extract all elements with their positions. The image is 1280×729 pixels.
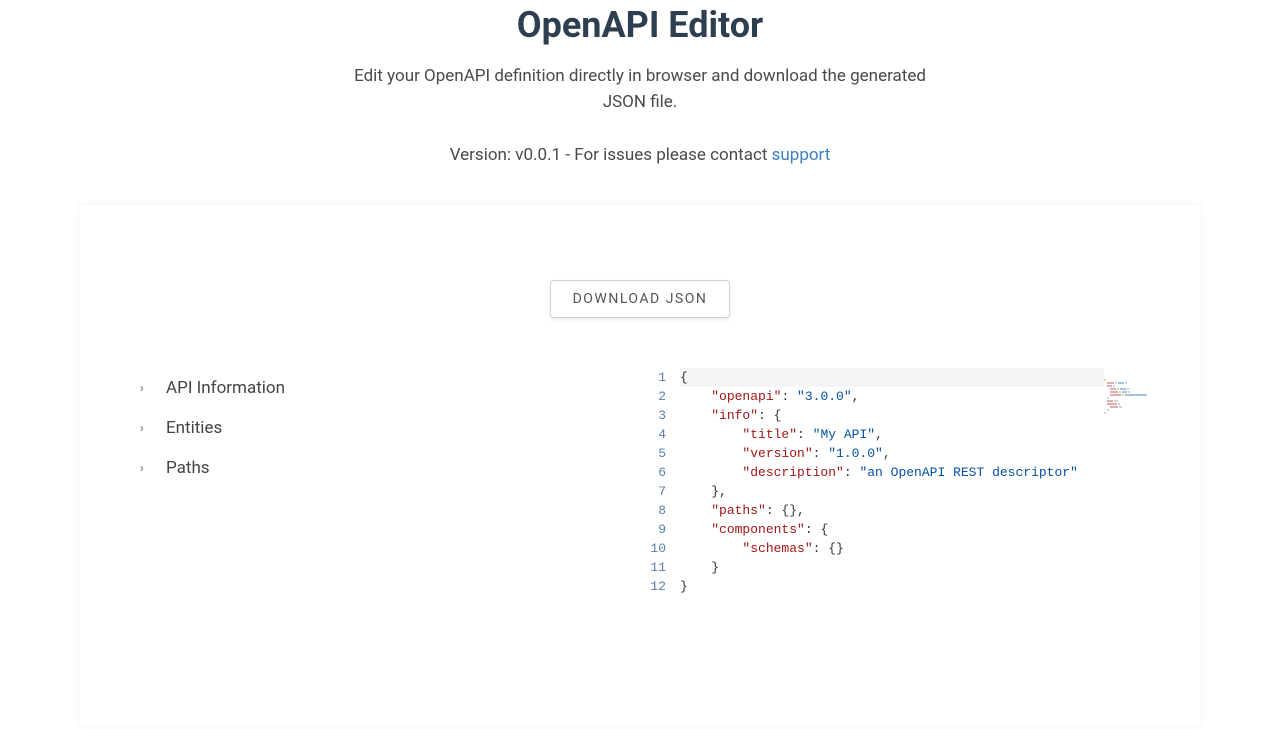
gutter-line-number: 8: [640, 501, 666, 520]
gutter-line-number: 1: [640, 368, 666, 387]
chevron-right-icon: ›: [140, 421, 150, 435]
code-line[interactable]: "paths": {},: [680, 501, 1160, 520]
chevron-right-icon: ›: [140, 461, 150, 475]
sidebar-item-label: Paths: [166, 458, 210, 478]
gutter-line-number: 3: [640, 406, 666, 425]
header: OpenAPI Editor Edit your OpenAPI definit…: [0, 4, 1280, 165]
code-line[interactable]: "schemas": {}: [680, 539, 1160, 558]
sidebar-item-paths[interactable]: › Paths: [140, 448, 640, 488]
sidebar: › API Information › Entities › Paths: [120, 368, 640, 596]
code-line[interactable]: "openapi": "3.0.0",: [680, 387, 1160, 406]
version-prefix: Version:: [450, 145, 516, 165]
code-editor[interactable]: 123456789101112 { "openapi": "3.0.0", "i…: [640, 368, 1160, 596]
content-row: › API Information › Entities › Paths 123…: [80, 368, 1200, 596]
editor-gutter: 123456789101112: [640, 368, 680, 596]
gutter-line-number: 2: [640, 387, 666, 406]
code-line[interactable]: }: [680, 558, 1160, 577]
minimap-line: [1104, 371, 1160, 373]
download-json-button[interactable]: DOWNLOAD JSON: [550, 280, 731, 318]
main-card: DOWNLOAD JSON › API Information › Entiti…: [80, 205, 1200, 725]
editor-minimap[interactable]: [1104, 368, 1160, 588]
code-line[interactable]: }: [680, 577, 1160, 596]
code-line[interactable]: "title": "My API",: [680, 425, 1160, 444]
code-line[interactable]: "version": "1.0.0",: [680, 444, 1160, 463]
download-wrap: DOWNLOAD JSON: [80, 280, 1200, 318]
code-line[interactable]: "description": "an OpenAPI REST descript…: [680, 463, 1160, 482]
support-link[interactable]: support: [772, 145, 831, 165]
sidebar-item-entities[interactable]: › Entities: [140, 408, 640, 448]
minimap-line: [1104, 380, 1160, 382]
issues-text: - For issues please contact: [561, 145, 772, 165]
version-line: Version: v0.0.1 - For issues please cont…: [0, 145, 1280, 165]
gutter-line-number: 10: [640, 539, 666, 558]
page-title: OpenAPI Editor: [0, 4, 1280, 46]
gutter-line-number: 6: [640, 463, 666, 482]
gutter-line-number: 4: [640, 425, 666, 444]
minimap-line: [1104, 374, 1160, 376]
sidebar-item-label: API Information: [166, 378, 285, 398]
chevron-right-icon: ›: [140, 381, 150, 395]
sidebar-item-label: Entities: [166, 418, 222, 438]
code-line[interactable]: "components": {: [680, 520, 1160, 539]
gutter-line-number: 11: [640, 558, 666, 577]
sidebar-item-api-information[interactable]: › API Information: [140, 368, 640, 408]
gutter-line-number: 5: [640, 444, 666, 463]
editor-code[interactable]: { "openapi": "3.0.0", "info": { "title":…: [680, 368, 1160, 596]
code-line[interactable]: {: [680, 368, 1160, 387]
code-line[interactable]: },: [680, 482, 1160, 501]
code-line[interactable]: "info": {: [680, 406, 1160, 425]
gutter-line-number: 12: [640, 577, 666, 596]
page-subtitle: Edit your OpenAPI definition directly in…: [340, 64, 940, 115]
gutter-line-number: 7: [640, 482, 666, 501]
minimap-line: [1104, 383, 1160, 385]
gutter-line-number: 9: [640, 520, 666, 539]
minimap-line: [1104, 377, 1160, 379]
version-number: v0.0.1: [515, 145, 561, 165]
minimap-line: [1104, 368, 1160, 370]
minimap-line: [1104, 389, 1160, 391]
